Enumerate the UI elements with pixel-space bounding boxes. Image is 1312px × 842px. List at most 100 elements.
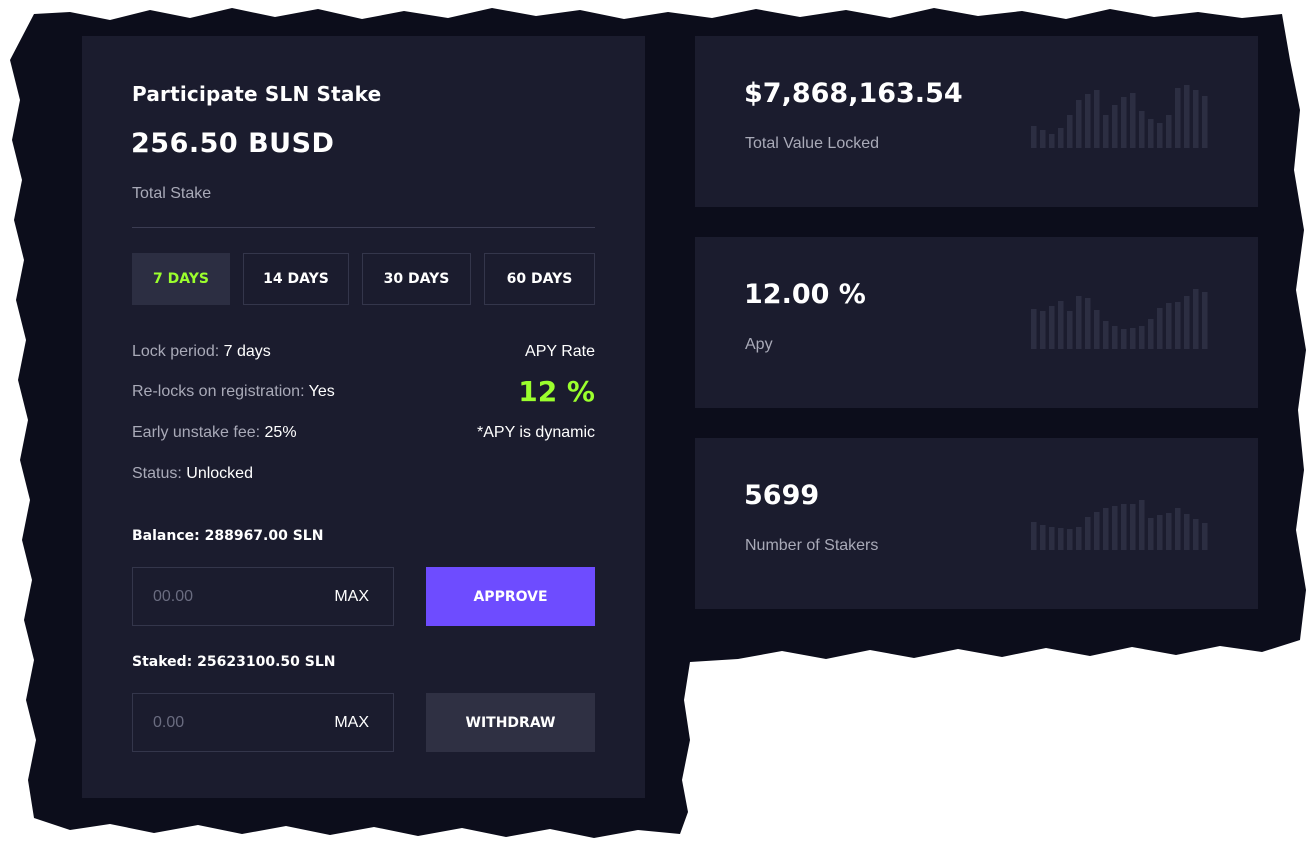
early-unstake-fee-label: Early unstake fee: (132, 424, 261, 441)
apy-dynamic-note: *APY is dynamic (477, 424, 595, 441)
withdraw-amount-input[interactable] (133, 694, 313, 751)
sparkline-bar (1175, 302, 1181, 349)
stat-card-tvl: $7,868,163.54 Total Value Locked (695, 36, 1258, 207)
sparkline-bar (1157, 515, 1163, 550)
sparkline-bar (1193, 519, 1199, 550)
tvl-sparkline (1031, 85, 1208, 148)
tvl-value: $7,868,163.54 (744, 78, 963, 109)
early-unstake-fee: Early unstake fee: 25% (132, 424, 297, 442)
sparkline-bar (1031, 522, 1037, 550)
sparkline-bar (1094, 310, 1100, 349)
stake-amount-input[interactable] (133, 568, 313, 625)
withdraw-max-button[interactable]: MAX (334, 694, 369, 751)
sparkline-bar (1184, 514, 1190, 550)
apy-rate-value: 12 % (518, 375, 595, 408)
sparkline-bar (1148, 319, 1154, 349)
sparkline-bar (1076, 100, 1082, 148)
sparkline-bar (1067, 529, 1073, 550)
sparkline-bar (1202, 96, 1208, 148)
stat-card-stakers: 5699 Number of Stakers (695, 438, 1258, 609)
sparkline-bar (1121, 504, 1127, 550)
sparkline-bar (1094, 90, 1100, 148)
sparkline-bar (1121, 329, 1127, 349)
status-label: Status: (132, 465, 182, 482)
stakers-label: Number of Stakers (745, 537, 879, 554)
tab-30-days[interactable]: 30 DAYS (362, 253, 471, 305)
lock-period-label: Lock period: (132, 343, 220, 360)
stake-title: Participate SLN Stake (132, 82, 382, 106)
sparkline-bar (1166, 115, 1172, 148)
sparkline-bar (1085, 94, 1091, 148)
sparkline-bar (1157, 308, 1163, 349)
sparkline-bar (1067, 115, 1073, 148)
sparkline-bar (1103, 508, 1109, 550)
lock-period: Lock period: 7 days (132, 343, 271, 361)
sparkline-bar (1076, 296, 1082, 349)
sparkline-bar (1139, 500, 1145, 550)
sparkline-bar (1112, 506, 1118, 550)
sparkline-bar (1103, 321, 1109, 349)
stakers-value: 5699 (744, 480, 820, 511)
sparkline-bar (1139, 111, 1145, 148)
lock-period-value: 7 days (223, 343, 271, 360)
sparkline-bar (1112, 326, 1118, 349)
tab-7-days[interactable]: 7 DAYS (132, 253, 230, 305)
sparkline-bar (1076, 527, 1082, 550)
sparkline-bar (1166, 303, 1172, 349)
tvl-label: Total Value Locked (745, 135, 880, 152)
sparkline-bar (1175, 508, 1181, 550)
sparkline-bar (1166, 513, 1172, 550)
withdraw-button[interactable]: WITHDRAW (426, 693, 595, 752)
relock-value: Yes (308, 383, 335, 400)
sparkline-bar (1193, 289, 1199, 349)
sparkline-bar (1040, 525, 1046, 550)
sparkline-bar (1049, 134, 1055, 148)
apy-sparkline (1031, 289, 1208, 349)
tab-14-days[interactable]: 14 DAYS (243, 253, 349, 305)
sparkline-bar (1040, 130, 1046, 148)
tab-60-days[interactable]: 60 DAYS (484, 253, 595, 305)
sparkline-bar (1094, 512, 1100, 550)
total-stake-amount: 256.50 BUSD (131, 128, 335, 159)
stake-panel: Participate SLN Stake 256.50 BUSD Total … (82, 36, 645, 798)
total-stake-label: Total Stake (132, 185, 212, 202)
withdraw-amount-field: MAX (132, 693, 394, 752)
staked-label: Staked: 25623100.50 SLN (132, 654, 336, 670)
sparkline-bar (1085, 517, 1091, 550)
sparkline-bar (1202, 292, 1208, 349)
sparkline-bar (1031, 126, 1037, 148)
relock-info: Re-locks on registration: Yes (132, 383, 335, 401)
sparkline-bar (1193, 90, 1199, 148)
divider (132, 227, 595, 228)
sparkline-bar (1202, 523, 1208, 550)
stake-amount-field: MAX (132, 567, 394, 626)
sparkline-bar (1067, 311, 1073, 349)
sparkline-bar (1157, 123, 1163, 148)
approve-button[interactable]: APPROVE (426, 567, 595, 626)
sparkline-bar (1058, 528, 1064, 550)
apy-value: 12.00 % (744, 279, 866, 310)
sparkline-bar (1058, 301, 1064, 349)
sparkline-bar (1049, 527, 1055, 550)
sparkline-bar (1040, 311, 1046, 349)
balance-label: Balance: 288967.00 SLN (132, 528, 324, 544)
stake-max-button[interactable]: MAX (334, 568, 369, 625)
sparkline-bar (1130, 504, 1136, 550)
apy-label: Apy (745, 336, 773, 353)
sparkline-bar (1112, 105, 1118, 148)
sparkline-bar (1130, 328, 1136, 349)
sparkline-bar (1103, 115, 1109, 148)
relock-label: Re-locks on registration: (132, 383, 305, 400)
sparkline-bar (1148, 518, 1154, 550)
apy-rate-label: APY Rate (525, 343, 595, 360)
stakers-sparkline (1031, 500, 1208, 550)
sparkline-bar (1049, 306, 1055, 349)
sparkline-bar (1184, 85, 1190, 148)
sparkline-bar (1121, 97, 1127, 148)
status-info: Status: Unlocked (132, 465, 253, 483)
stat-card-apy: 12.00 % Apy (695, 237, 1258, 408)
sparkline-bar (1184, 296, 1190, 349)
early-unstake-fee-value: 25% (264, 424, 297, 441)
sparkline-bar (1058, 128, 1064, 148)
status-value: Unlocked (186, 465, 253, 482)
